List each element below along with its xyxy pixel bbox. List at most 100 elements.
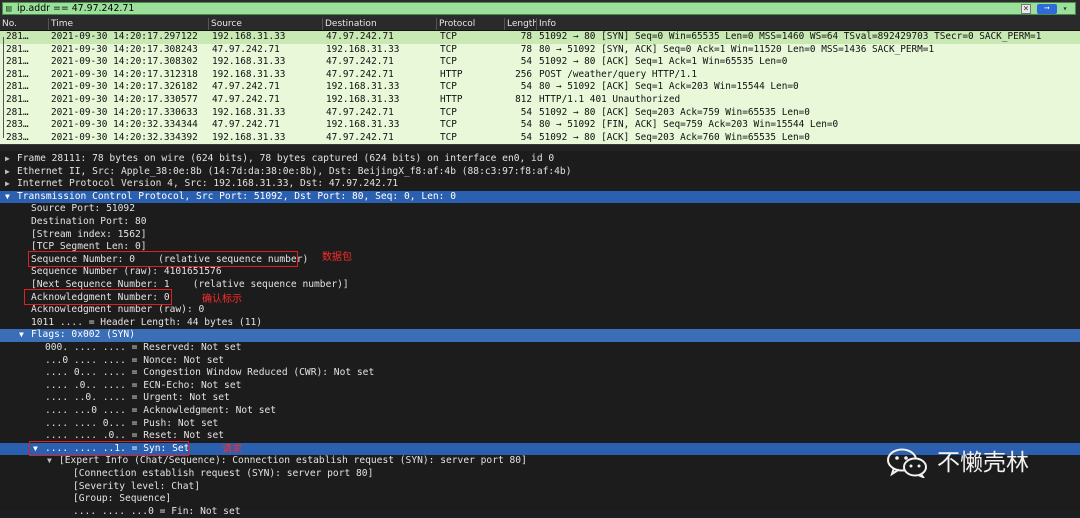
packet-no: 283… <box>6 119 29 131</box>
detail-field[interactable]: Acknowledgment number (raw): 0 <box>0 304 1080 317</box>
detail-flag-bit[interactable]: .... 0... .... = Congestion Window Reduc… <box>0 367 1080 380</box>
packet-time: 2021-09-30 14:20:17.326182 <box>51 81 198 93</box>
packet-source: 47.97.242.71 <box>212 119 280 131</box>
detail-ethernet[interactable]: ▶ Ethernet II, Src: Apple_38:0e:8b (14:7d… <box>0 166 1080 179</box>
detail-ipv4[interactable]: ▶ Internet Protocol Version 4, Src: 192.1… <box>0 178 1080 191</box>
packet-row[interactable]: 281… 2021-09-30 14:20:17.330633 192.168.… <box>0 107 1080 120</box>
packet-no: 281… <box>6 106 29 118</box>
annotation-syn: 请求 <box>222 444 242 455</box>
annotation-ack-flag: 确认标示 <box>202 294 242 305</box>
packet-destination: 47.97.242.71 <box>326 68 394 80</box>
detail-tcp[interactable]: ▼ Transmission Control Protocol, Src Port… <box>0 190 1080 204</box>
detail-flag-bit[interactable]: .... ..0. .... = Urgent: Not set <box>0 392 1080 405</box>
packet-protocol: TCP <box>440 119 457 131</box>
ack-number-highlight <box>24 289 172 305</box>
packet-source: 192.168.31.33 <box>212 68 286 80</box>
packet-row[interactable]: 281… 2021-09-30 14:20:17.330577 47.97.24… <box>0 94 1080 107</box>
detail-flags[interactable]: ▼ Flags: 0x002 (SYN) <box>0 329 1080 342</box>
watermark-text: 不懒壳林 <box>937 450 1029 476</box>
detail-field[interactable]: Sequence Number (raw): 4101651576 <box>0 266 1080 279</box>
packet-no: 281… <box>6 31 29 42</box>
packet-destination: 47.97.242.71 <box>326 131 394 143</box>
packet-protocol: TCP <box>440 43 457 55</box>
packet-length: 54 <box>520 81 532 93</box>
packet-source: 192.168.31.33 <box>212 106 286 118</box>
detail-flag-bit[interactable]: ...0 .... .... = Nonce: Not set <box>0 355 1080 368</box>
packet-time: 2021-09-30 14:20:17.297122 <box>51 31 198 42</box>
column-info[interactable]: Info <box>536 18 1080 30</box>
column-protocol[interactable]: Protocol <box>436 18 504 30</box>
collapse-arrow-icon[interactable]: ▼ <box>5 191 15 204</box>
packet-list-header: No. Time Source Destination Protocol Len… <box>0 18 1080 31</box>
packet-source: 192.168.31.33 <box>212 56 286 68</box>
wechat-icon <box>887 448 927 480</box>
packet-length: 78 <box>520 43 532 55</box>
packet-no: 281… <box>6 68 29 80</box>
packet-info: 80 → 51092 [SYN, ACK] Seq=0 Ack=1 Win=11… <box>539 43 935 55</box>
packet-row[interactable]: 281… 2021-09-30 14:20:17.312318 192.168.… <box>0 69 1080 82</box>
apply-filter-button[interactable]: ➞ <box>1037 4 1057 14</box>
packet-protocol: TCP <box>440 56 457 68</box>
column-destination[interactable]: Destination <box>322 18 436 30</box>
detail-field[interactable]: [Severity level: Chat] <box>0 481 1080 494</box>
packet-length: 54 <box>520 131 532 143</box>
detail-flag-bit[interactable]: .... .... 0... = Push: Not set <box>0 418 1080 431</box>
packet-no: 283… <box>6 131 29 143</box>
syn-flag-highlight <box>29 441 189 456</box>
detail-field[interactable]: Source Port: 51092 <box>0 203 1080 216</box>
display-filter-input[interactable]: ▤ ip.addr == 47.97.242.71 × ➞ ▾ <box>2 2 1076 15</box>
packet-row[interactable]: 281… 2021-09-30 14:20:17.308302 192.168.… <box>0 56 1080 69</box>
packet-row[interactable]: 283… 2021-09-30 14:20:32.334392 192.168.… <box>0 132 1080 145</box>
clear-filter-button[interactable]: × <box>1021 4 1031 14</box>
detail-flag-bit[interactable]: .... .0.. .... = ECN-Echo: Not set <box>0 380 1080 393</box>
detail-flag-bit[interactable]: 000. .... .... = Reserved: Not set <box>0 342 1080 355</box>
filter-history-dropdown[interactable]: ▾ <box>1060 4 1070 14</box>
expand-arrow-icon[interactable]: ▶ <box>5 166 15 179</box>
column-no[interactable]: No. <box>0 18 48 30</box>
packet-info: 51092 → 80 [ACK] Seq=203 Ack=760 Win=655… <box>539 131 810 143</box>
packet-row[interactable]: 283… 2021-09-30 14:20:32.334344 47.97.24… <box>0 119 1080 132</box>
packet-time: 2021-09-30 14:20:17.308243 <box>51 43 198 55</box>
detail-field[interactable]: [Stream index: 1562] <box>0 229 1080 242</box>
detail-field[interactable]: 1011 .... = Header Length: 44 bytes (11) <box>0 317 1080 330</box>
collapse-arrow-icon[interactable]: ▼ <box>47 455 57 468</box>
column-source[interactable]: Source <box>208 18 322 30</box>
packet-length: 54 <box>520 106 532 118</box>
packet-source: 192.168.31.33 <box>212 131 286 143</box>
column-time[interactable]: Time <box>48 18 208 30</box>
packet-source: 47.97.242.71 <box>212 43 280 55</box>
packet-no: 281… <box>6 94 29 105</box>
packet-time: 2021-09-30 14:20:32.334392 <box>51 131 198 143</box>
column-length[interactable]: Length <box>504 18 536 30</box>
packet-destination: 47.97.242.71 <box>326 31 394 42</box>
filter-text[interactable]: ip.addr == 47.97.242.71 <box>17 3 134 15</box>
packet-destination: 47.97.242.71 <box>326 56 394 68</box>
packet-source: 47.97.242.71 <box>212 94 280 105</box>
sequence-number-highlight <box>28 251 298 267</box>
packet-source: 47.97.242.71 <box>212 81 280 93</box>
detail-field[interactable]: [Group: Sequence] <box>0 493 1080 506</box>
expand-arrow-icon[interactable]: ▶ <box>5 153 15 166</box>
bookmark-icon[interactable]: ▤ <box>6 3 16 15</box>
expand-arrow-icon[interactable]: ▶ <box>5 178 15 191</box>
packet-time: 2021-09-30 14:20:17.308302 <box>51 56 198 68</box>
detail-field[interactable]: Destination Port: 80 <box>0 216 1080 229</box>
packet-protocol: HTTP <box>440 94 463 105</box>
packet-protocol: TCP <box>440 81 457 93</box>
packet-destination: 192.168.31.33 <box>326 43 400 55</box>
packet-row[interactable]: 281… 2021-09-30 14:20:17.326182 47.97.24… <box>0 81 1080 94</box>
packet-row[interactable]: 281… 2021-09-30 14:20:17.297122 192.168.… <box>0 31 1080 44</box>
detail-flag-bit[interactable]: .... ...0 .... = Acknowledgment: Not set <box>0 405 1080 418</box>
packet-info: POST /weather/query HTTP/1.1 <box>539 68 698 80</box>
packet-row[interactable]: 281… 2021-09-30 14:20:17.308243 47.97.24… <box>0 44 1080 57</box>
packet-source: 192.168.31.33 <box>212 31 286 42</box>
packet-info: 80 → 51092 [FIN, ACK] Seq=759 Ack=203 Wi… <box>539 119 839 131</box>
packet-no: 281… <box>6 81 29 93</box>
packet-length: 54 <box>520 119 532 131</box>
packet-time: 2021-09-30 14:20:32.334344 <box>51 119 198 131</box>
packet-info: 51092 → 80 [SYN] Seq=0 Win=65535 Len=0 M… <box>539 31 1042 42</box>
detail-frame[interactable]: ▶ Frame 28111: 78 bytes on wire (624 bits… <box>0 153 1080 166</box>
collapse-arrow-icon[interactable]: ▼ <box>19 329 29 342</box>
detail-field[interactable]: .... .... ...0 = Fin: Not set <box>0 506 1080 518</box>
packet-destination: 192.168.31.33 <box>326 94 400 105</box>
